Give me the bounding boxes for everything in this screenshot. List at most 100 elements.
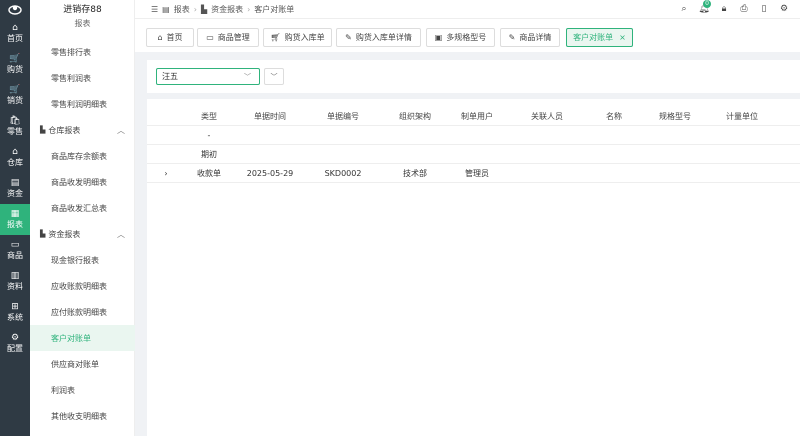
image-icon: ▣ (434, 33, 443, 42)
rail-item-0[interactable]: ⌂ 首页 (0, 18, 30, 49)
settings-icon[interactable]: ⚙ (774, 4, 794, 14)
gear-icon: ⚙ (10, 332, 20, 343)
submenu-item-retail-profit[interactable]: 零售利润表 (30, 65, 135, 91)
report-icon: ▤ (162, 4, 170, 14)
submenu-item-cash-bank[interactable]: 现金银行报表 (30, 247, 135, 273)
tab-product-management[interactable]: ▭ 商品管理 (197, 28, 259, 47)
submenu-item-retail-profit-detail[interactable]: 零售利润明细表 (30, 91, 135, 117)
rail-item-3[interactable]: 🛍 零售 (0, 111, 30, 142)
print-icon[interactable]: ⎙ (734, 4, 754, 14)
data-icon: ▥ (10, 270, 20, 281)
close-icon[interactable]: × (619, 33, 626, 42)
tab-purchase-receipt[interactable]: 🛒︎ 购货入库单 (263, 28, 332, 47)
menu-toggle-icon[interactable]: ☰ (151, 5, 158, 14)
expand-filter-button[interactable]: ﹀ (264, 68, 284, 85)
rail-item-label: 销货 (7, 95, 23, 105)
table-cell: - (207, 131, 211, 140)
table-row[interactable]: 期初 (147, 145, 800, 164)
submenu-item-supplier-statement[interactable]: 供应商对账单 (30, 351, 135, 377)
column-header[interactable]: 单据时间 (240, 107, 300, 126)
tab-customer-statement[interactable]: 客户对账单 × (566, 28, 633, 47)
submenu-item-other-income-expense[interactable]: 其他收支明细表 (30, 403, 135, 429)
mobile-icon[interactable]: ▯ (754, 4, 774, 14)
breadcrumb-item[interactable]: 报表 (174, 4, 190, 15)
breadcrumb-item[interactable]: 资金报表 (211, 4, 243, 15)
home-icon: ⌂ (157, 33, 163, 42)
column-header[interactable]: 名称 (589, 107, 639, 126)
breadcrumb-current: 客户对账单 (254, 4, 295, 14)
column-header[interactable]: 制单用户 (449, 107, 505, 126)
column-header[interactable]: 规格型号 (644, 107, 706, 126)
rail-item-1[interactable]: 🛒 购货 (0, 49, 30, 80)
table-cell (589, 126, 639, 145)
column-header[interactable]: 关联人员 (518, 107, 576, 126)
tab-multi-spec[interactable]: ▣ 多规格型号 (426, 28, 495, 47)
edit-icon: ✎ (345, 33, 352, 42)
report-submenu: 进销存88 报表 零售排行表 零售利润表 零售利润明细表 ▙ 仓库报表 ︿ 商品… (30, 0, 135, 436)
table-cell: 技术部 (403, 169, 427, 178)
tab-label: 客户对账单 (573, 33, 614, 42)
submenu-item-payable-detail[interactable]: 应付账款明细表 (30, 299, 135, 325)
tab-label: 商品管理 (217, 33, 250, 42)
tabs-bar: ⌂ 首页 ▭ 商品管理 🛒︎ 购货入库单 ✎ 购货入库单详情 ▣ 多规格型号 ✎… (135, 18, 800, 52)
rail-item-10[interactable]: ⚙ 配置 (0, 328, 30, 359)
statement-table: 类型 单据时间 单据编号 组织架构 制单用户 关联人员 名称 规格型号 计量单位 - 期初 › 收款单 2… (147, 99, 800, 436)
bell-icon[interactable]: 🔔︎ 0 (694, 0, 714, 14)
table-header-row: 类型 单据时间 单据编号 组织架构 制单用户 关联人员 名称 规格型号 计量单位 (147, 107, 800, 126)
breadcrumb: ☰ ▤ 报表 › ▙ 资金报表 › 客户对账单 (151, 4, 298, 15)
rail-item-2[interactable]: 🛒 销货 (0, 80, 30, 111)
lock-icon[interactable]: 🔒︎ (714, 4, 734, 14)
column-header[interactable]: 组织架构 (390, 107, 440, 126)
submenu-group-warehouse[interactable]: ▙ 仓库报表 ︿ (30, 117, 135, 143)
column-header[interactable]: 类型 (181, 107, 237, 126)
rail-item-8[interactable]: ▥ 资料 (0, 266, 30, 297)
logo (0, 0, 30, 18)
submenu-item-retail-ranking[interactable]: 零售排行表 (30, 39, 135, 65)
search-icon[interactable]: ⌕ (674, 4, 694, 14)
table-cell (589, 145, 639, 164)
tab-label: 商品详情 (519, 33, 552, 42)
submenu-group-finance[interactable]: ▙ 资金报表 ︿ (30, 221, 135, 247)
submenu-item-customer-statement[interactable]: 客户对账单 (30, 325, 135, 351)
row-expand-icon[interactable]: › (159, 164, 173, 183)
row-expand-icon[interactable] (159, 145, 173, 164)
rail-item-6[interactable]: ▦ 报表 (0, 204, 30, 235)
tab-label: 购货入库单详情 (355, 33, 412, 42)
rail-item-label: 零售 (7, 126, 23, 136)
rail-item-4[interactable]: ⌂ 仓库 (0, 142, 30, 173)
table-row[interactable]: › 收款单 2025-05-29 SKD0002 技术部 管理员 (147, 164, 800, 183)
table-cell (712, 145, 772, 164)
table-cell: SKD0002 (324, 169, 362, 178)
rail-item-7[interactable]: ▭ 商品 (0, 235, 30, 266)
submenu-item-profit[interactable]: 利润表 (30, 377, 135, 403)
tab-product-detail[interactable]: ✎ 商品详情 (500, 28, 560, 47)
header-icons: ⌕ 🔔︎ 0 🔒︎ ⎙ ▯ ⚙ (674, 0, 794, 18)
tab-label: 购货入库单 (284, 33, 325, 42)
rail-item-9[interactable]: ⊞ 系统 (0, 297, 30, 328)
filter-bar: 汪五 ﹀ ﹀ (147, 60, 800, 93)
grid-icon: ⊞ (11, 301, 19, 312)
rail-item-5[interactable]: ▤ 资金 (0, 173, 30, 204)
customer-select[interactable]: 汪五 ﹀ (156, 68, 260, 85)
table-cell (240, 145, 300, 164)
table-row[interactable]: - (147, 126, 800, 145)
submenu-item-receivable-detail[interactable]: 应收账款明细表 (30, 273, 135, 299)
table-cell (644, 164, 706, 183)
rail-item-label: 仓库 (7, 157, 23, 167)
submenu-item-stock-balance[interactable]: 商品库存余额表 (30, 143, 135, 169)
tab-purchase-receipt-detail[interactable]: ✎ 购货入库单详情 (336, 28, 421, 47)
table-cell (314, 145, 372, 164)
customer-select-value: 汪五 (162, 72, 178, 81)
cloud-logo-icon (8, 5, 22, 15)
row-expand-icon[interactable] (159, 126, 173, 145)
submenu-item-stock-flow-summary[interactable]: 商品收发汇总表 (30, 195, 135, 221)
chevron-up-icon: ︿ (117, 125, 125, 135)
tab-home[interactable]: ⌂ 首页 (146, 28, 194, 47)
column-header[interactable]: 计量单位 (712, 107, 772, 126)
wallet-icon: ▤ (10, 177, 20, 188)
submenu-group-label: 仓库报表 (48, 125, 81, 135)
submenu-item-stock-flow-detail[interactable]: 商品收发明细表 (30, 169, 135, 195)
table-cell (390, 145, 440, 164)
column-header[interactable]: 单据编号 (314, 107, 372, 126)
submenu-heading: 报表 (74, 19, 91, 28)
